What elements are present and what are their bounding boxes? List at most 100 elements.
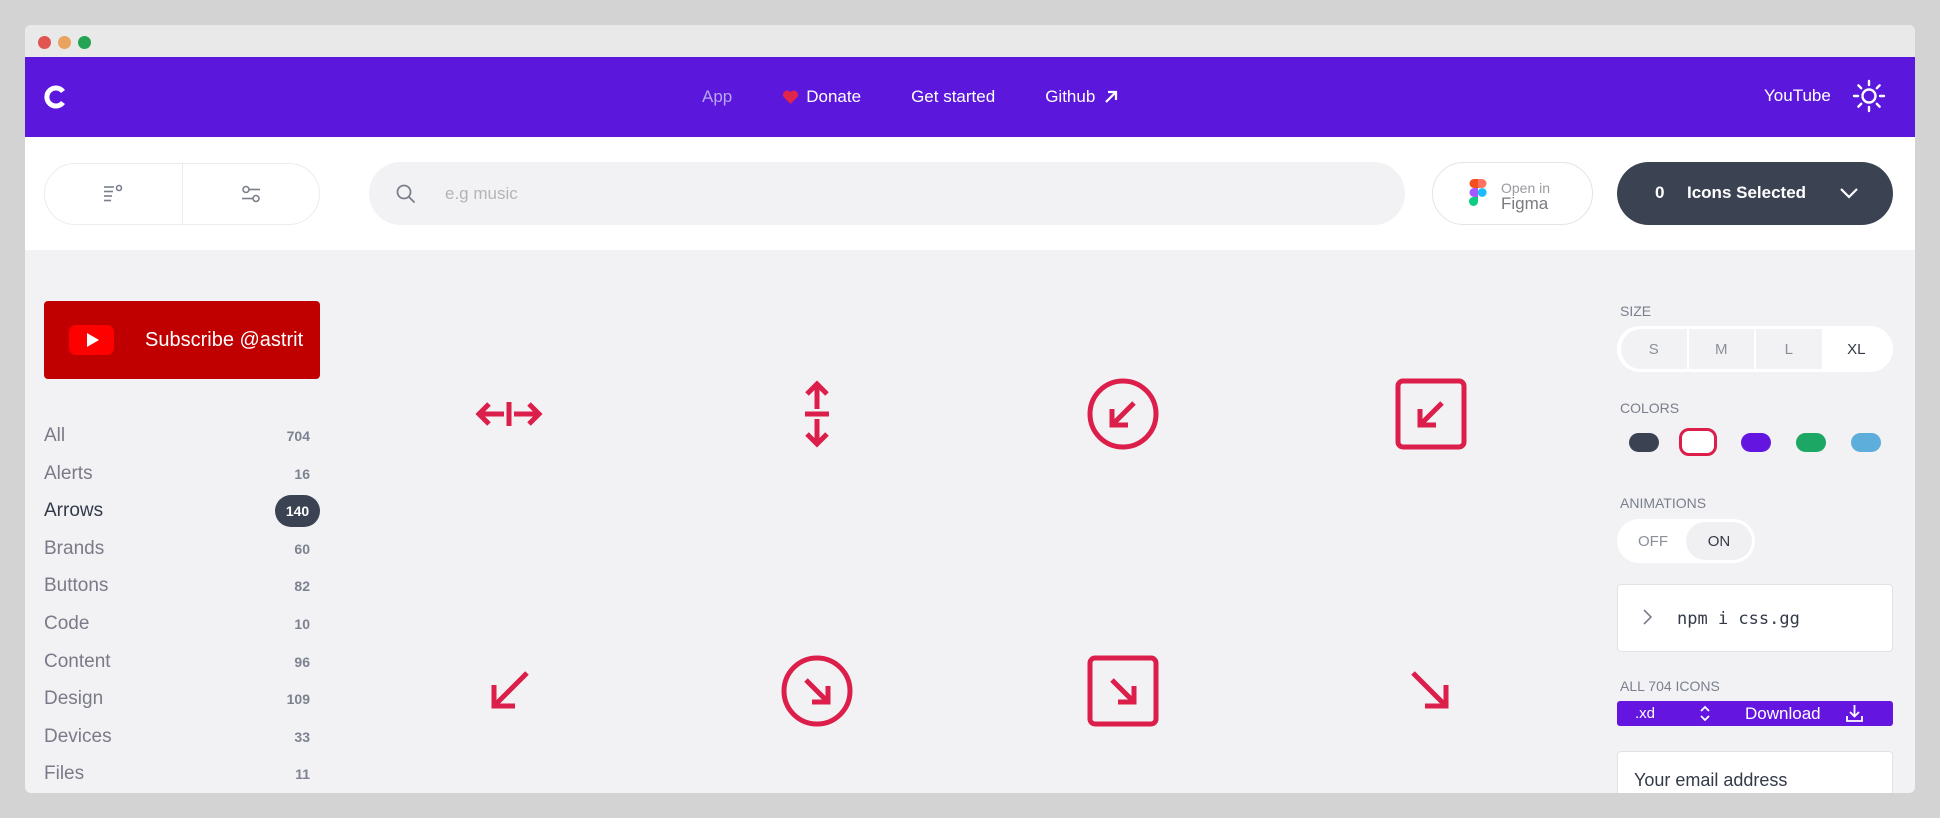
- category-item-arrows[interactable]: Arrows 140: [44, 493, 320, 531]
- toolbar: Open in Figma 0 Icons Selected: [25, 137, 1915, 250]
- animations-off-option[interactable]: OFF: [1620, 522, 1686, 560]
- category-item-devices[interactable]: Devices 33: [44, 719, 320, 757]
- chevron-right-icon: [1643, 609, 1653, 625]
- color-swatch-green[interactable]: [1796, 433, 1826, 452]
- search-bar: [369, 162, 1405, 225]
- nav-github-link[interactable]: Github: [1045, 87, 1119, 107]
- category-count: 11: [295, 766, 310, 783]
- color-swatch-purple[interactable]: [1741, 433, 1771, 452]
- arrow-bottom-right-o-icon[interactable]: [781, 655, 853, 727]
- category-count: 16: [294, 465, 310, 482]
- category-count: 60: [294, 540, 310, 557]
- figma-name-label: Figma: [1501, 194, 1549, 213]
- category-count: 33: [294, 728, 310, 745]
- category-name: Code: [44, 612, 90, 634]
- colors-label: COLORS: [1620, 400, 1680, 416]
- download-icon: [1846, 705, 1863, 722]
- nav-app-link[interactable]: App: [702, 87, 732, 107]
- color-swatch-dark[interactable]: [1629, 433, 1659, 452]
- selected-count: 0: [1655, 183, 1665, 202]
- search-input[interactable]: [445, 174, 1365, 214]
- category-item-all[interactable]: All 704: [44, 418, 320, 456]
- category-name: Content: [44, 650, 111, 672]
- size-label: SIZE: [1620, 303, 1652, 319]
- nav-donate-link[interactable]: Donate: [782, 87, 861, 107]
- arrow-bottom-left-o-icon[interactable]: [1087, 378, 1159, 450]
- open-in-figma-button[interactable]: Open in Figma: [1432, 162, 1593, 225]
- download-bar: .xd Download: [1617, 701, 1893, 726]
- title-bar: [25, 25, 1915, 57]
- nav-get-started-label: Get started: [911, 87, 996, 106]
- arrow-bottom-right-r-icon[interactable]: [1087, 655, 1159, 727]
- nav-youtube-link[interactable]: YouTube: [1764, 86, 1831, 106]
- format-value: .xd: [1635, 705, 1656, 722]
- nav-get-started-link[interactable]: Get started: [911, 87, 995, 107]
- email-field[interactable]: [1617, 751, 1893, 793]
- arrow-bottom-left-r-icon[interactable]: [1395, 378, 1467, 450]
- youtube-play-icon: [69, 325, 114, 355]
- search-icon: [396, 184, 415, 203]
- options-icon: [241, 185, 260, 203]
- category-item-brands[interactable]: Brands 60: [44, 531, 320, 569]
- category-count-badge: 140: [275, 495, 320, 528]
- category-item-buttons[interactable]: Buttons 82: [44, 568, 320, 606]
- subscribe-label: Subscribe @astrit: [145, 329, 304, 351]
- category-name: Design: [44, 688, 104, 710]
- category-name: Brands: [44, 537, 105, 559]
- size-option-xl[interactable]: XL: [1823, 329, 1889, 369]
- category-name: Devices: [44, 725, 112, 747]
- icons-selected-button[interactable]: 0 Icons Selected: [1617, 162, 1893, 225]
- size-selector: S M L XL: [1617, 326, 1893, 372]
- size-option-m[interactable]: M: [1688, 329, 1754, 369]
- arrows-merge-alt-h-icon[interactable]: [473, 378, 545, 450]
- category-count: 704: [286, 428, 310, 444]
- arrow-bottom-right-icon[interactable]: [1395, 655, 1467, 727]
- category-item-code[interactable]: Code 10: [44, 606, 320, 644]
- category-count: 10: [294, 615, 310, 632]
- category-count: 82: [294, 578, 310, 595]
- animations-on-option[interactable]: ON: [1686, 522, 1752, 560]
- category-count: 109: [286, 691, 310, 708]
- all-icons-label: ALL 704 ICONS: [1620, 678, 1720, 694]
- arrow-top-right-icon: [1105, 90, 1118, 103]
- arrows-merge-alt-v-icon[interactable]: [781, 378, 853, 450]
- options-view-button[interactable]: [181, 164, 320, 224]
- download-label: Download: [1745, 704, 1821, 723]
- color-swatch-red[interactable]: [1679, 428, 1717, 456]
- top-navigation: App Donate Get started Github YouTube: [25, 57, 1915, 137]
- up-down-chevron-icon: [1700, 705, 1710, 722]
- category-item-design[interactable]: Design 109: [44, 681, 320, 719]
- size-option-s[interactable]: S: [1621, 329, 1687, 369]
- category-count: 96: [294, 653, 310, 670]
- category-name: Arrows: [44, 500, 104, 522]
- close-window-button[interactable]: [38, 36, 51, 49]
- categories-view-button[interactable]: [45, 164, 182, 224]
- color-swatch-blue[interactable]: [1851, 433, 1881, 452]
- nav-donate-label: Donate: [806, 87, 862, 106]
- browser-window: App Donate Get started Github YouTube e.…: [25, 25, 1915, 793]
- category-name: Buttons: [44, 575, 109, 597]
- selected-label: Icons Selected: [1687, 183, 1807, 202]
- figma-logo-icon: [1469, 179, 1487, 206]
- npm-install-box[interactable]: npm i css.gg: [1617, 584, 1893, 652]
- category-list: All 704 Alerts 16 Arrows 140 Brands 60 B…: [44, 418, 320, 793]
- nav-links: App Donate Get started Github: [702, 57, 1169, 137]
- color-swatches: [1629, 428, 1889, 458]
- size-option-l[interactable]: L: [1756, 329, 1822, 369]
- category-item-files[interactable]: Files 11: [44, 756, 320, 793]
- format-select[interactable]: .xd: [1617, 701, 1729, 726]
- download-button[interactable]: Download: [1729, 701, 1893, 726]
- arrow-bottom-left-icon[interactable]: [473, 655, 545, 727]
- nav-app-label: App: [702, 87, 733, 106]
- category-item-content[interactable]: Content 96: [44, 644, 320, 682]
- animations-label: ANIMATIONS: [1620, 495, 1707, 511]
- sun-icon[interactable]: [1852, 79, 1886, 113]
- heart-icon: [783, 90, 799, 104]
- nav-github-label: Github: [1045, 87, 1096, 106]
- npm-command: npm i css.gg: [1677, 609, 1800, 629]
- minimize-window-button[interactable]: [58, 36, 71, 49]
- css-gg-logo-icon[interactable]: [42, 84, 68, 110]
- maximize-window-button[interactable]: [78, 36, 91, 49]
- subscribe-youtube-button[interactable]: Subscribe @astrit: [44, 301, 320, 379]
- category-item-alerts[interactable]: Alerts 16: [44, 456, 320, 494]
